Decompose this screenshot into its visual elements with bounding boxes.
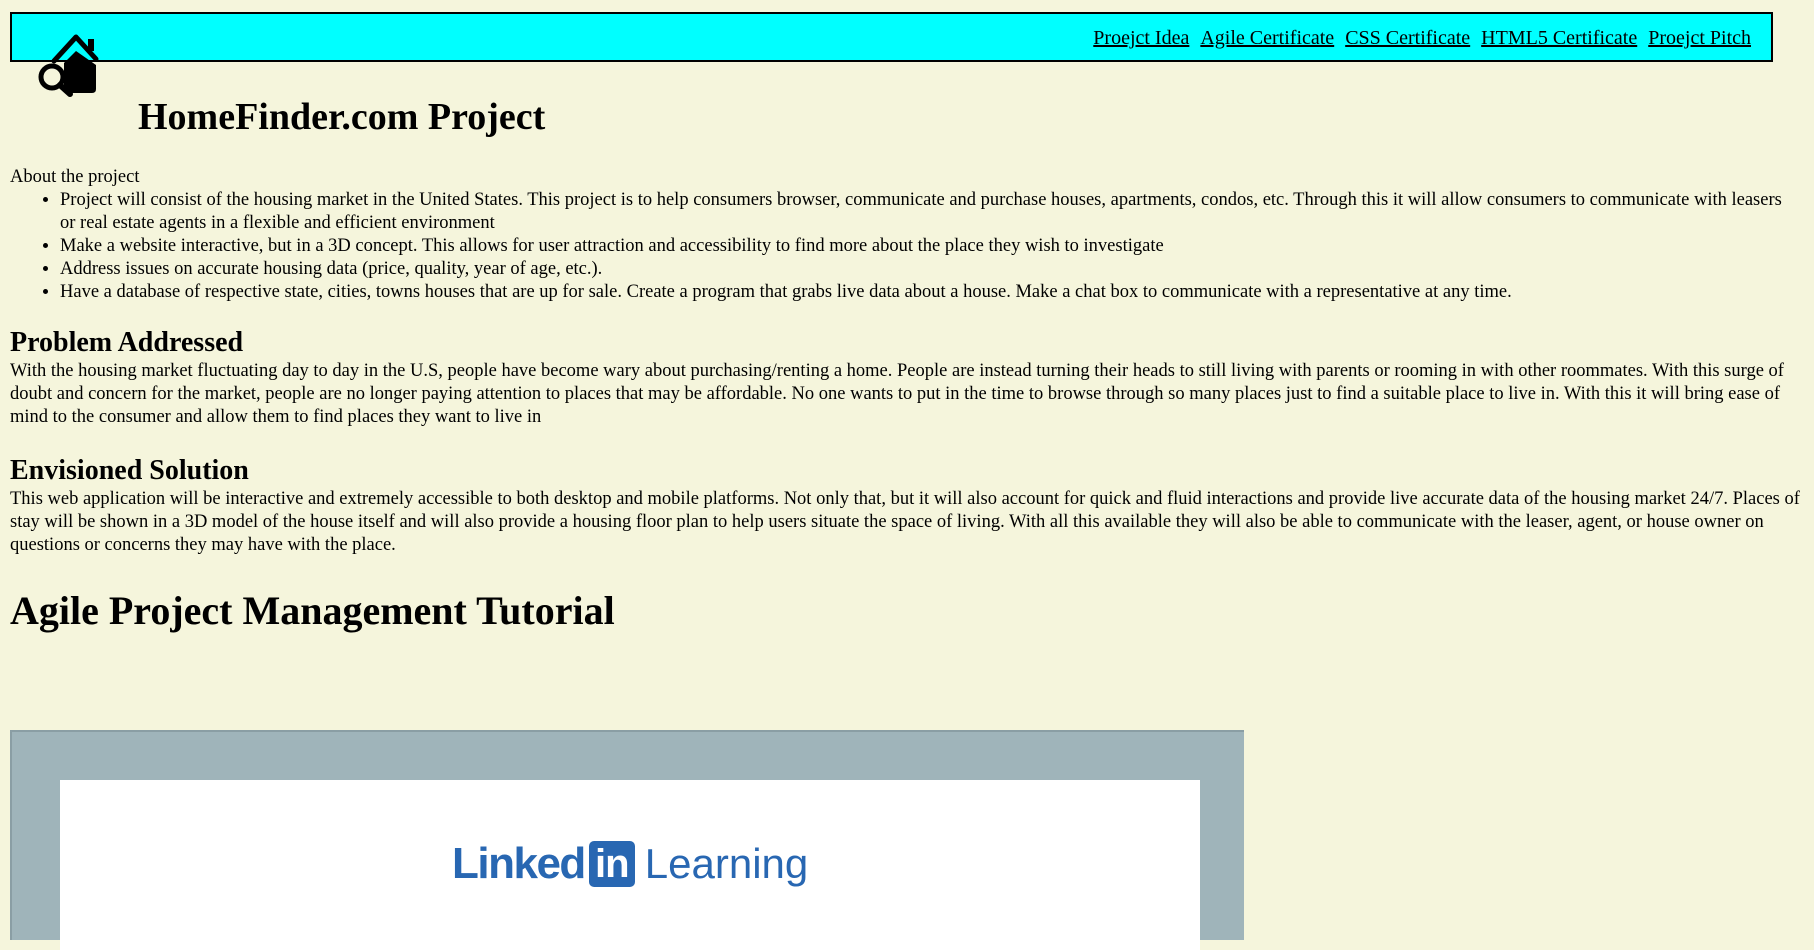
nav-links: Proejct Idea Agile Certificate CSS Certi… [1087, 28, 1751, 48]
problem-heading: Problem Addressed [10, 327, 244, 358]
list-item: Address issues on accurate housing data … [60, 258, 1800, 281]
nav-link-project-idea[interactable]: Proejct Idea [1093, 27, 1189, 49]
solution-heading: Envisioned Solution [10, 455, 249, 486]
video-thumbnail[interactable]: Linked in Learning [60, 780, 1200, 950]
nav-link-project-pitch[interactable]: Proejct Pitch [1648, 27, 1751, 49]
main-content: About the project Project will consist o… [10, 166, 1800, 635]
solution-text: This web application will be interactive… [10, 489, 1800, 555]
linkedin-wordmark: Linked [452, 839, 586, 888]
linkedin-in-icon: in [588, 841, 635, 887]
learning-wordmark: Learning [644, 840, 809, 887]
linkedin-learning-logo: Linked in Learning [452, 839, 809, 888]
nav-link-agile-certificate[interactable]: Agile Certificate [1200, 27, 1334, 49]
project-bullets: Project will consist of the housing mark… [10, 189, 1800, 304]
list-item: Make a website interactive, but in a 3D … [60, 235, 1800, 258]
house-search-icon [38, 34, 99, 97]
list-item: Project will consist of the housing mark… [60, 189, 1800, 235]
page-title: HomeFinder.com Project [138, 96, 546, 138]
problem-text: With the housing market fluctuating day … [10, 361, 1784, 427]
nav-link-html5-certificate[interactable]: HTML5 Certificate [1481, 27, 1637, 49]
list-item: Have a database of respective state, cit… [60, 281, 1800, 304]
top-nav-bar: Proejct Idea Agile Certificate CSS Certi… [10, 12, 1773, 62]
tutorial-video-embed[interactable]: Linked in Learning [10, 730, 1244, 950]
about-label: About the project [10, 167, 140, 187]
nav-link-css-certificate[interactable]: CSS Certificate [1345, 27, 1470, 49]
tutorial-heading: Agile Project Management Tutorial [10, 588, 615, 633]
